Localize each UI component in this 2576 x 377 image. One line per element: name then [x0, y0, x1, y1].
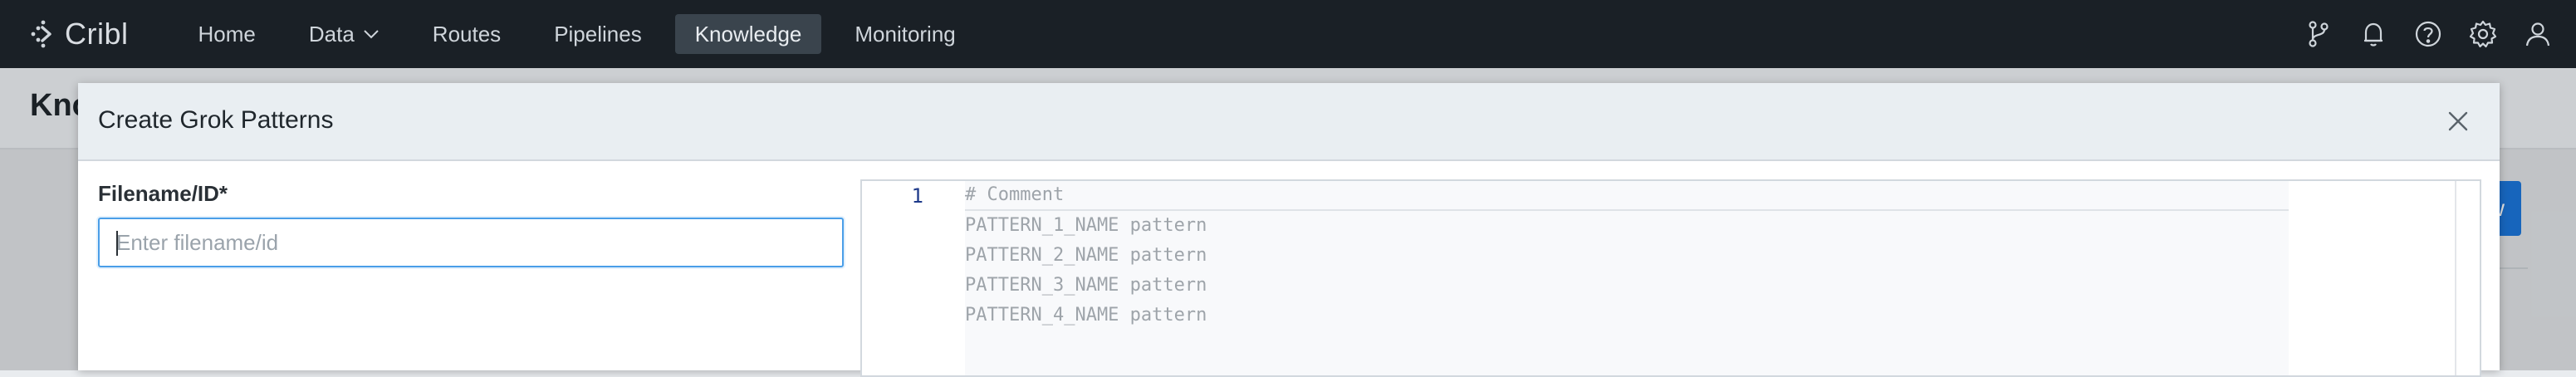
- modal-title: Create Grok Patterns: [98, 106, 334, 134]
- nav-home-label: Home: [198, 21, 256, 47]
- chevron-down-icon: [363, 28, 380, 40]
- nav-home[interactable]: Home: [179, 14, 276, 54]
- main-nav: Home Data Routes Pipelines Knowledge Mon…: [179, 14, 989, 54]
- nav-routes-label: Routes: [432, 21, 502, 47]
- nav-pipelines-label: Pipelines: [554, 21, 642, 47]
- create-grok-patterns-modal: Create Grok Patterns Filename/ID* 1 # Co…: [78, 83, 2500, 377]
- placeholder-line: PATTERN_3_NAME pattern: [965, 275, 1207, 296]
- editor-scrollbar[interactable]: [2455, 181, 2480, 375]
- nav-knowledge-label: Knowledge: [694, 21, 802, 47]
- editor-content[interactable]: # Comment PATTERN_1_NAME pattern PATTERN…: [965, 181, 2289, 375]
- logo-text: Cribl: [65, 17, 129, 51]
- nav-icon-group: [2280, 0, 2554, 68]
- nav-knowledge[interactable]: Knowledge: [674, 14, 822, 54]
- cribl-logo-icon: [31, 20, 51, 48]
- text-caret: [116, 231, 118, 256]
- nav-routes[interactable]: Routes: [413, 14, 521, 54]
- modal-header: Create Grok Patterns: [78, 83, 2500, 161]
- bell-icon[interactable]: [2357, 17, 2390, 51]
- filename-input[interactable]: [98, 218, 844, 267]
- filename-label: Filename/ID*: [98, 181, 228, 206]
- gear-icon[interactable]: [2466, 17, 2500, 51]
- nav-data-label: Data: [308, 21, 355, 47]
- nav-data[interactable]: Data: [289, 14, 399, 54]
- code-editor[interactable]: 1 # Comment PATTERN_1_NAME pattern PATTE…: [860, 179, 2481, 377]
- nav-monitoring-label: Monitoring: [855, 21, 956, 47]
- cribl-logo[interactable]: Cribl: [28, 17, 129, 51]
- placeholder-line: PATTERN_4_NAME pattern: [965, 305, 1207, 326]
- line-number-gutter: 1: [862, 181, 962, 375]
- placeholder-line: PATTERN_2_NAME pattern: [965, 245, 1207, 266]
- help-icon[interactable]: [2412, 17, 2445, 51]
- placeholder-line: # Comment: [965, 181, 2289, 211]
- close-icon[interactable]: [2441, 105, 2475, 138]
- top-nav: Cribl Home Data Routes Pipelines Knowled…: [0, 0, 2576, 68]
- line-number: 1: [911, 184, 923, 208]
- nav-pipelines[interactable]: Pipelines: [534, 14, 662, 54]
- user-icon[interactable]: [2521, 17, 2554, 51]
- placeholder-line: PATTERN_1_NAME pattern: [965, 215, 1207, 236]
- nav-monitoring[interactable]: Monitoring: [835, 14, 975, 54]
- git-branch-icon[interactable]: [2302, 17, 2335, 51]
